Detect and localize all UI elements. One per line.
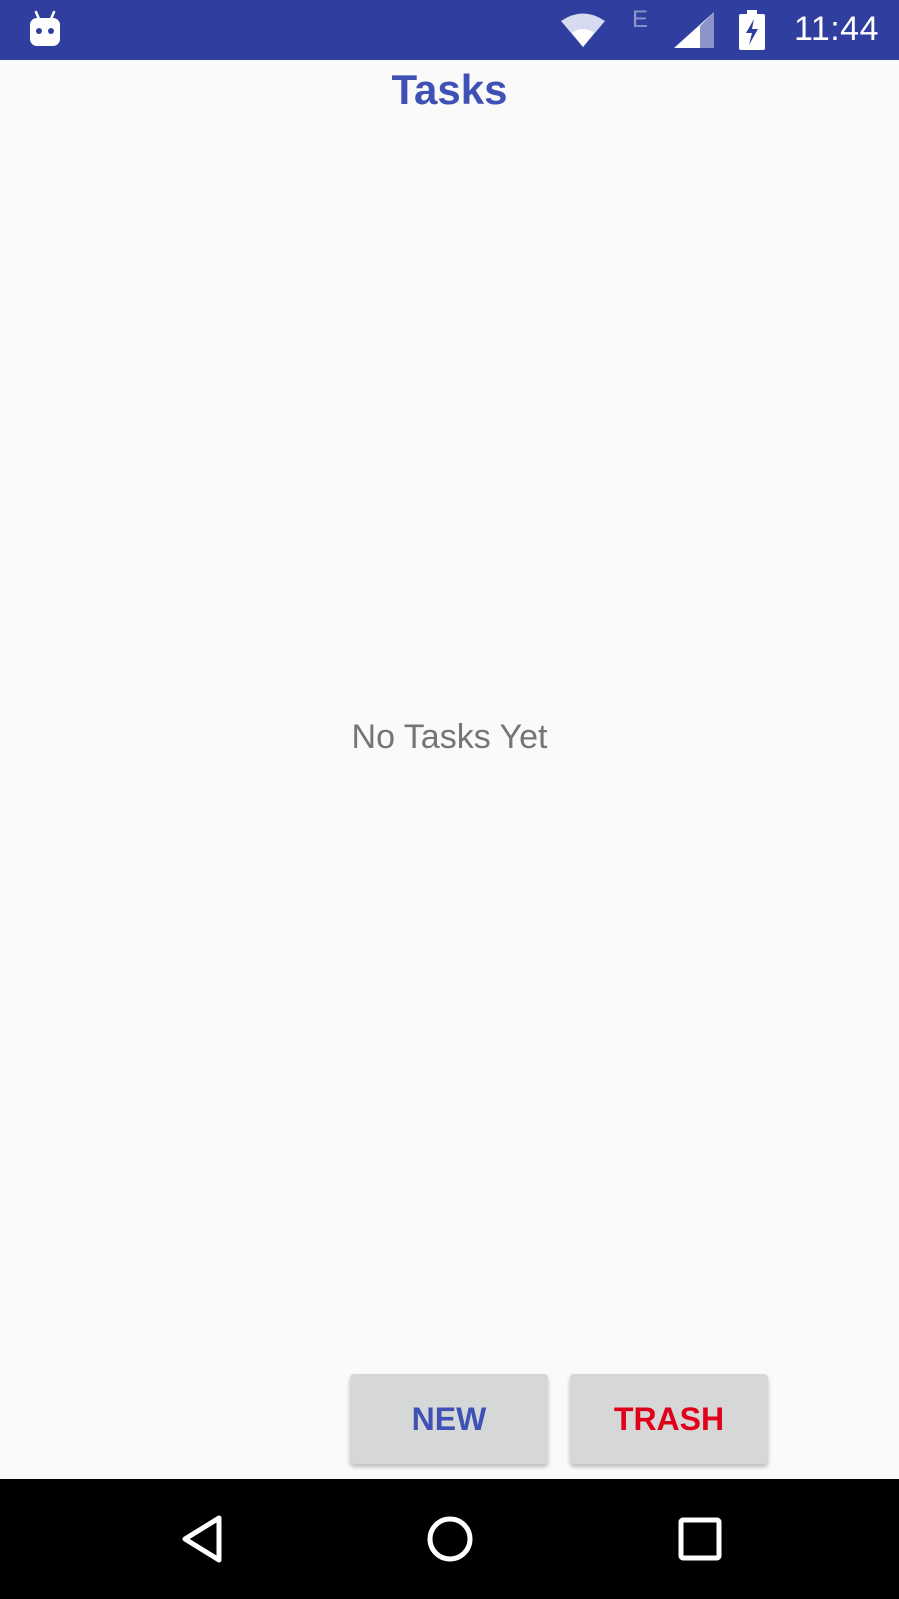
recents-icon[interactable] <box>670 1509 730 1569</box>
back-icon[interactable] <box>172 1509 232 1569</box>
status-clock: 11:44 <box>793 10 879 48</box>
empty-state-message: No Tasks Yet <box>351 718 548 756</box>
trash-button[interactable]: TRASH <box>570 1374 768 1464</box>
cell-signal-icon <box>674 12 714 48</box>
network-type-label: E <box>632 6 649 33</box>
battery-charging-icon <box>738 10 766 50</box>
wifi-icon <box>560 12 606 48</box>
new-task-button[interactable]: NEW <box>350 1374 548 1464</box>
page-title: Tasks <box>391 66 508 113</box>
home-icon[interactable] <box>420 1509 480 1569</box>
navigation-bar <box>0 1479 899 1599</box>
notification-android-icon <box>28 10 62 48</box>
status-bar: E 11:44 <box>0 0 899 60</box>
